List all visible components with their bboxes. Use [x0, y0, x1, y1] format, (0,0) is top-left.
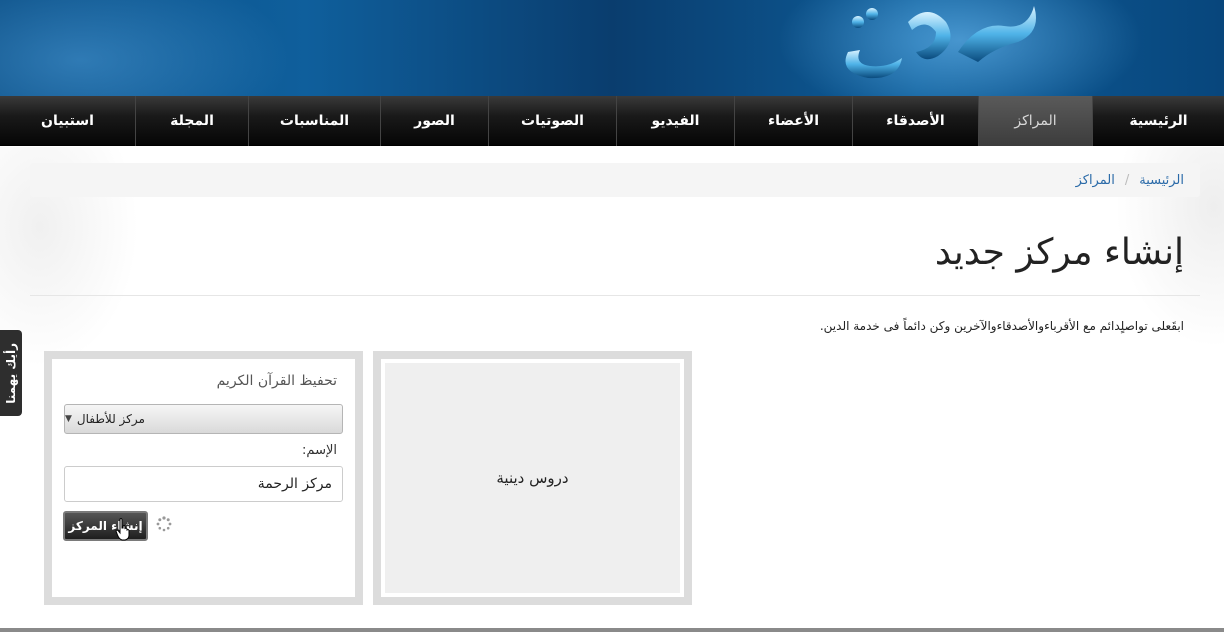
nav-item-home[interactable]: الرئيسية	[1092, 96, 1224, 146]
page-title: إنشاء مركز جديد	[934, 232, 1184, 273]
nav-item-centers[interactable]: المراكز	[978, 96, 1092, 146]
nav-item-photos[interactable]: الصور	[380, 96, 488, 146]
main-nav: الرئيسية المراكز الأصدقاء الأعضاء الفيدي…	[0, 96, 1224, 146]
nav-item-video[interactable]: الفيديو	[616, 96, 734, 146]
nav-item-events[interactable]: المناسبات	[248, 96, 380, 146]
nav-item-audio[interactable]: الصوتيات	[488, 96, 616, 146]
title-divider	[30, 295, 1200, 296]
breadcrumb-current: المراكز	[1075, 172, 1115, 188]
create-center-button[interactable]: إنشاء المركز	[63, 511, 148, 541]
name-label: الإسم:	[302, 443, 337, 458]
feedback-label: رأيك يهمنا	[4, 342, 18, 404]
create-center-form: تحفيظ القرآن الكريم مركز للأطفال ▼ الإسم…	[44, 351, 363, 605]
dropdown-value: مركز للأطفال	[76, 412, 145, 426]
breadcrumb-separator: /	[1124, 172, 1130, 188]
header-banner	[0, 0, 1224, 96]
nav-item-survey[interactable]: استبيان	[0, 96, 135, 146]
form-heading: تحفيظ القرآن الكريم	[216, 373, 337, 389]
preview-label: دروس دينية	[385, 363, 680, 593]
site-logo[interactable]	[828, 0, 1048, 88]
hand-cursor-icon	[115, 518, 130, 541]
page-intro: ابقَعلى تواصلٍدائم مع الأقرباءوالأصدقاءو…	[819, 319, 1184, 333]
chevron-down-icon: ▼	[65, 414, 72, 424]
footer-divider	[0, 628, 1224, 632]
loading-spinner-icon	[156, 516, 172, 532]
center-type-dropdown[interactable]: مركز للأطفال ▼	[64, 404, 343, 434]
nav-item-magazine[interactable]: المجلة	[135, 96, 248, 146]
breadcrumb: الرئيسية / المراكز	[30, 163, 1200, 197]
preview-panel: دروس دينية	[373, 351, 692, 605]
preview-panel-inner: دروس دينية	[381, 359, 684, 597]
form-inner: تحفيظ القرآن الكريم مركز للأطفال ▼ الإسم…	[52, 359, 355, 597]
breadcrumb-home[interactable]: الرئيسية	[1139, 173, 1184, 188]
name-input[interactable]	[64, 466, 343, 502]
feedback-tab[interactable]: رأيك يهمنا	[0, 330, 22, 416]
nav-item-friends[interactable]: الأصدقاء	[852, 96, 978, 146]
nav-item-members[interactable]: الأعضاء	[734, 96, 852, 146]
